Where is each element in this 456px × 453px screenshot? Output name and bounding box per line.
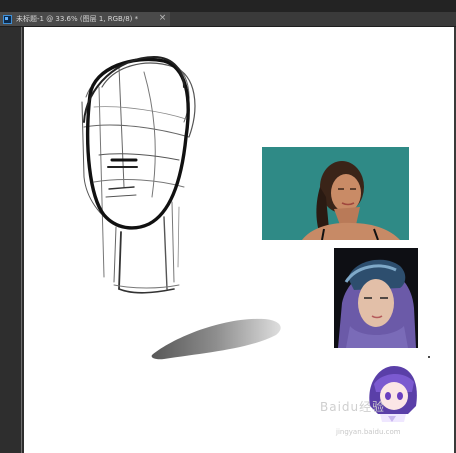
reference-image-man[interactable] [334, 248, 418, 348]
man-portrait [334, 248, 418, 348]
reference-image-woman[interactable] [262, 147, 409, 240]
photoshop-icon [3, 14, 12, 24]
woman-portrait [262, 147, 409, 240]
watermark-logo: Baidu经验 [320, 400, 386, 414]
watermark-url: jingyan.baidu.com [336, 428, 401, 436]
application-menu-bar [0, 0, 456, 12]
toolbar-panel [0, 27, 24, 453]
document-canvas[interactable] [24, 27, 456, 453]
close-icon[interactable]: × [157, 13, 168, 24]
canvas-dot [428, 356, 430, 358]
document-tab-title: 未标题-1 @ 33.6% (图层 1, RGB/8) * [16, 15, 139, 23]
document-tab[interactable]: 未标题-1 @ 33.6% (图层 1, RGB/8) * × [0, 12, 170, 26]
document-tab-bar: 未标题-1 @ 33.6% (图层 1, RGB/8) * × « [0, 12, 456, 37]
